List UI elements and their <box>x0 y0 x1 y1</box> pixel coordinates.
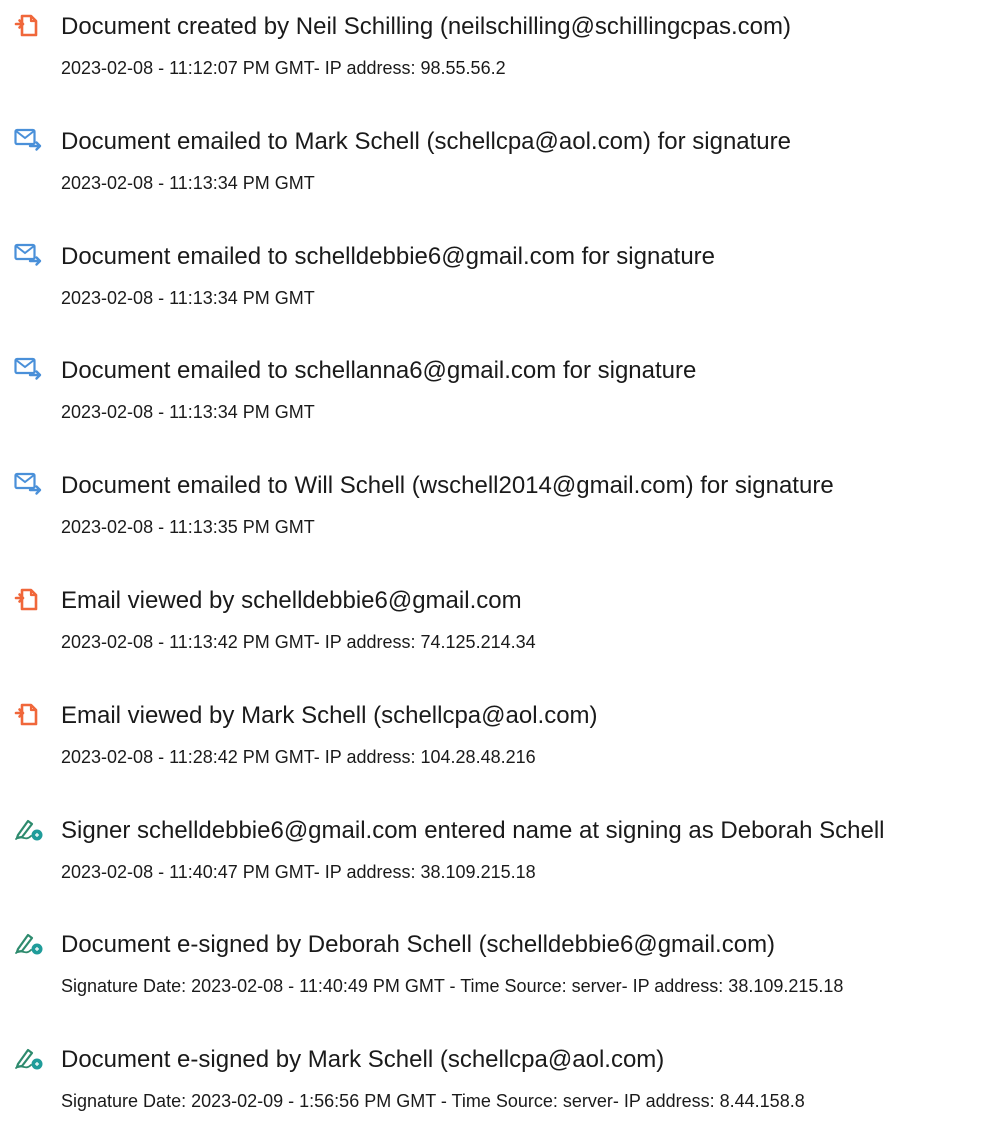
audit-event: Document created by Neil Schilling (neil… <box>0 12 994 112</box>
event-detail: 2023-02-08 - 11:12:07 PM GMT- IP address… <box>61 58 506 78</box>
audit-event: Email viewed by Mark Schell (schellcpa@a… <box>0 701 994 801</box>
audit-event: Document emailed to Will Schell (wschell… <box>0 471 994 571</box>
event-detail: 2023-02-08 - 11:13:34 PM GMT <box>61 173 315 193</box>
email-sent-icon <box>14 242 44 268</box>
email-sent-icon <box>14 356 44 382</box>
esign-pen-icon <box>14 1045 44 1071</box>
event-detail: 2023-02-08 - 11:13:35 PM GMT <box>61 517 315 537</box>
audit-event: Signer schelldebbie6@gmail.com entered n… <box>0 816 994 916</box>
audit-log: Document created by Neil Schilling (neil… <box>0 0 994 1111</box>
event-detail: 2023-02-08 - 11:13:42 PM GMT- IP address… <box>61 632 536 652</box>
email-sent-icon <box>14 471 44 497</box>
audit-event: Document emailed to Mark Schell (schellc… <box>0 127 994 227</box>
event-title: Email viewed by Mark Schell (schellcpa@a… <box>61 702 598 729</box>
event-title: Document emailed to schelldebbie6@gmail.… <box>61 243 716 270</box>
esign-pen-icon <box>14 816 44 842</box>
audit-event: Document emailed to schellanna6@gmail.co… <box>0 356 994 456</box>
event-detail: 2023-02-08 - 11:13:34 PM GMT <box>61 402 315 422</box>
event-title: Document e-signed by Mark Schell (schell… <box>61 1046 665 1073</box>
email-viewed-icon <box>14 586 44 612</box>
email-viewed-icon <box>14 701 44 727</box>
esign-pen-icon <box>14 930 44 956</box>
event-title: Document created by Neil Schilling (neil… <box>61 13 791 40</box>
audit-event: Document e-signed by Deborah Schell (sch… <box>0 930 994 1030</box>
event-detail: Signature Date: 2023-02-09 - 1:56:56 PM … <box>61 1091 805 1111</box>
event-title: Document emailed to Mark Schell (schellc… <box>61 128 791 155</box>
event-detail: 2023-02-08 - 11:40:47 PM GMT- IP address… <box>61 862 536 882</box>
email-sent-icon <box>14 127 44 153</box>
event-title: Document emailed to schellanna6@gmail.co… <box>61 357 697 384</box>
audit-event: Document e-signed by Mark Schell (schell… <box>0 1045 994 1145</box>
audit-event: Document emailed to schelldebbie6@gmail.… <box>0 242 994 342</box>
event-detail: 2023-02-08 - 11:28:42 PM GMT- IP address… <box>61 747 536 767</box>
event-title: Document emailed to Will Schell (wschell… <box>61 472 834 499</box>
event-title: Signer schelldebbie6@gmail.com entered n… <box>61 817 885 844</box>
event-title: Email viewed by schelldebbie6@gmail.com <box>61 587 522 614</box>
audit-event: Email viewed by schelldebbie6@gmail.com 2… <box>0 586 994 686</box>
event-title: Document e-signed by Deborah Schell (sch… <box>61 931 776 958</box>
event-detail: Signature Date: 2023-02-08 - 11:40:49 PM… <box>61 976 844 996</box>
event-detail: 2023-02-08 - 11:13:34 PM GMT <box>61 288 315 308</box>
document-created-icon <box>14 12 44 38</box>
